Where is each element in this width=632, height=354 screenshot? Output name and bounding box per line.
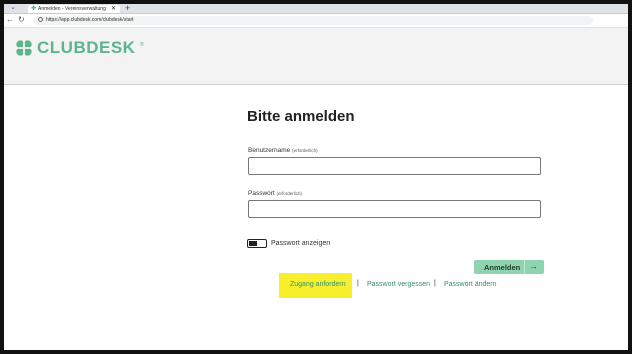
- tab-title: Anmelden - Vereinsverwaltung - ...: [38, 6, 106, 12]
- change-password-link[interactable]: Passwort ändern: [444, 281, 497, 288]
- login-button-label: Anmelden: [484, 263, 521, 272]
- brand-name: CLUBDESK: [37, 38, 136, 57]
- password-required-hint: (erforderlich): [276, 191, 303, 196]
- url-text: https://app.clubdesk.com/clubdesk/start: [46, 17, 134, 23]
- show-password-toggle[interactable]: [247, 239, 267, 248]
- app-header: CLUBDESK ®: [4, 28, 628, 85]
- forgot-password-link[interactable]: Passwort vergessen: [367, 281, 430, 288]
- site-info-icon[interactable]: [38, 17, 43, 22]
- new-tab-icon[interactable]: +: [125, 4, 130, 13]
- show-password-label: Passwort anzeigen: [271, 240, 331, 247]
- username-field[interactable]: [248, 157, 541, 175]
- username-label: Benutzername (erforderlich): [248, 147, 318, 154]
- password-field[interactable]: [248, 200, 541, 218]
- toggle-knob: [249, 241, 257, 246]
- username-required-hint: (erforderlich): [292, 148, 318, 153]
- url-input[interactable]: https://app.clubdesk.com/clubdesk/start: [33, 16, 593, 25]
- clubdesk-favicon-icon: ✤: [31, 6, 37, 12]
- username-label-text: Benutzername: [248, 147, 291, 154]
- link-separator: |: [357, 280, 359, 287]
- button-divider: [524, 260, 525, 274]
- page-title: Bitte anmelden: [247, 108, 355, 125]
- reload-icon[interactable]: ↻: [18, 15, 25, 24]
- password-label-text: Passwort: [248, 190, 275, 197]
- password-label: Passwort (erforderlich): [248, 190, 302, 197]
- tab-close-icon[interactable]: ✕: [111, 5, 116, 13]
- arrow-right-icon: →: [529, 261, 538, 271]
- tab-list-icon[interactable]: ⌄: [10, 4, 16, 11]
- address-bar-row: ← ↻ https://app.clubdesk.com/clubdesk/st…: [4, 14, 628, 28]
- tab-anmelden[interactable]: ✤Anmelden - Vereinsverwaltung - ... ✕: [28, 5, 120, 13]
- login-button[interactable]: Anmelden →: [474, 260, 544, 274]
- clubdesk-logo-icon: [15, 39, 33, 57]
- request-access-link[interactable]: Zugang anfordern: [290, 281, 346, 288]
- back-icon[interactable]: ←: [6, 15, 14, 24]
- browser-window: ⌄ ✤Anmelden - Vereinsverwaltung - ... ✕ …: [4, 4, 628, 350]
- tab-bar: ⌄ ✤Anmelden - Vereinsverwaltung - ... ✕ …: [4, 4, 628, 14]
- link-separator: |: [434, 280, 436, 287]
- registered-mark: ®: [140, 42, 144, 48]
